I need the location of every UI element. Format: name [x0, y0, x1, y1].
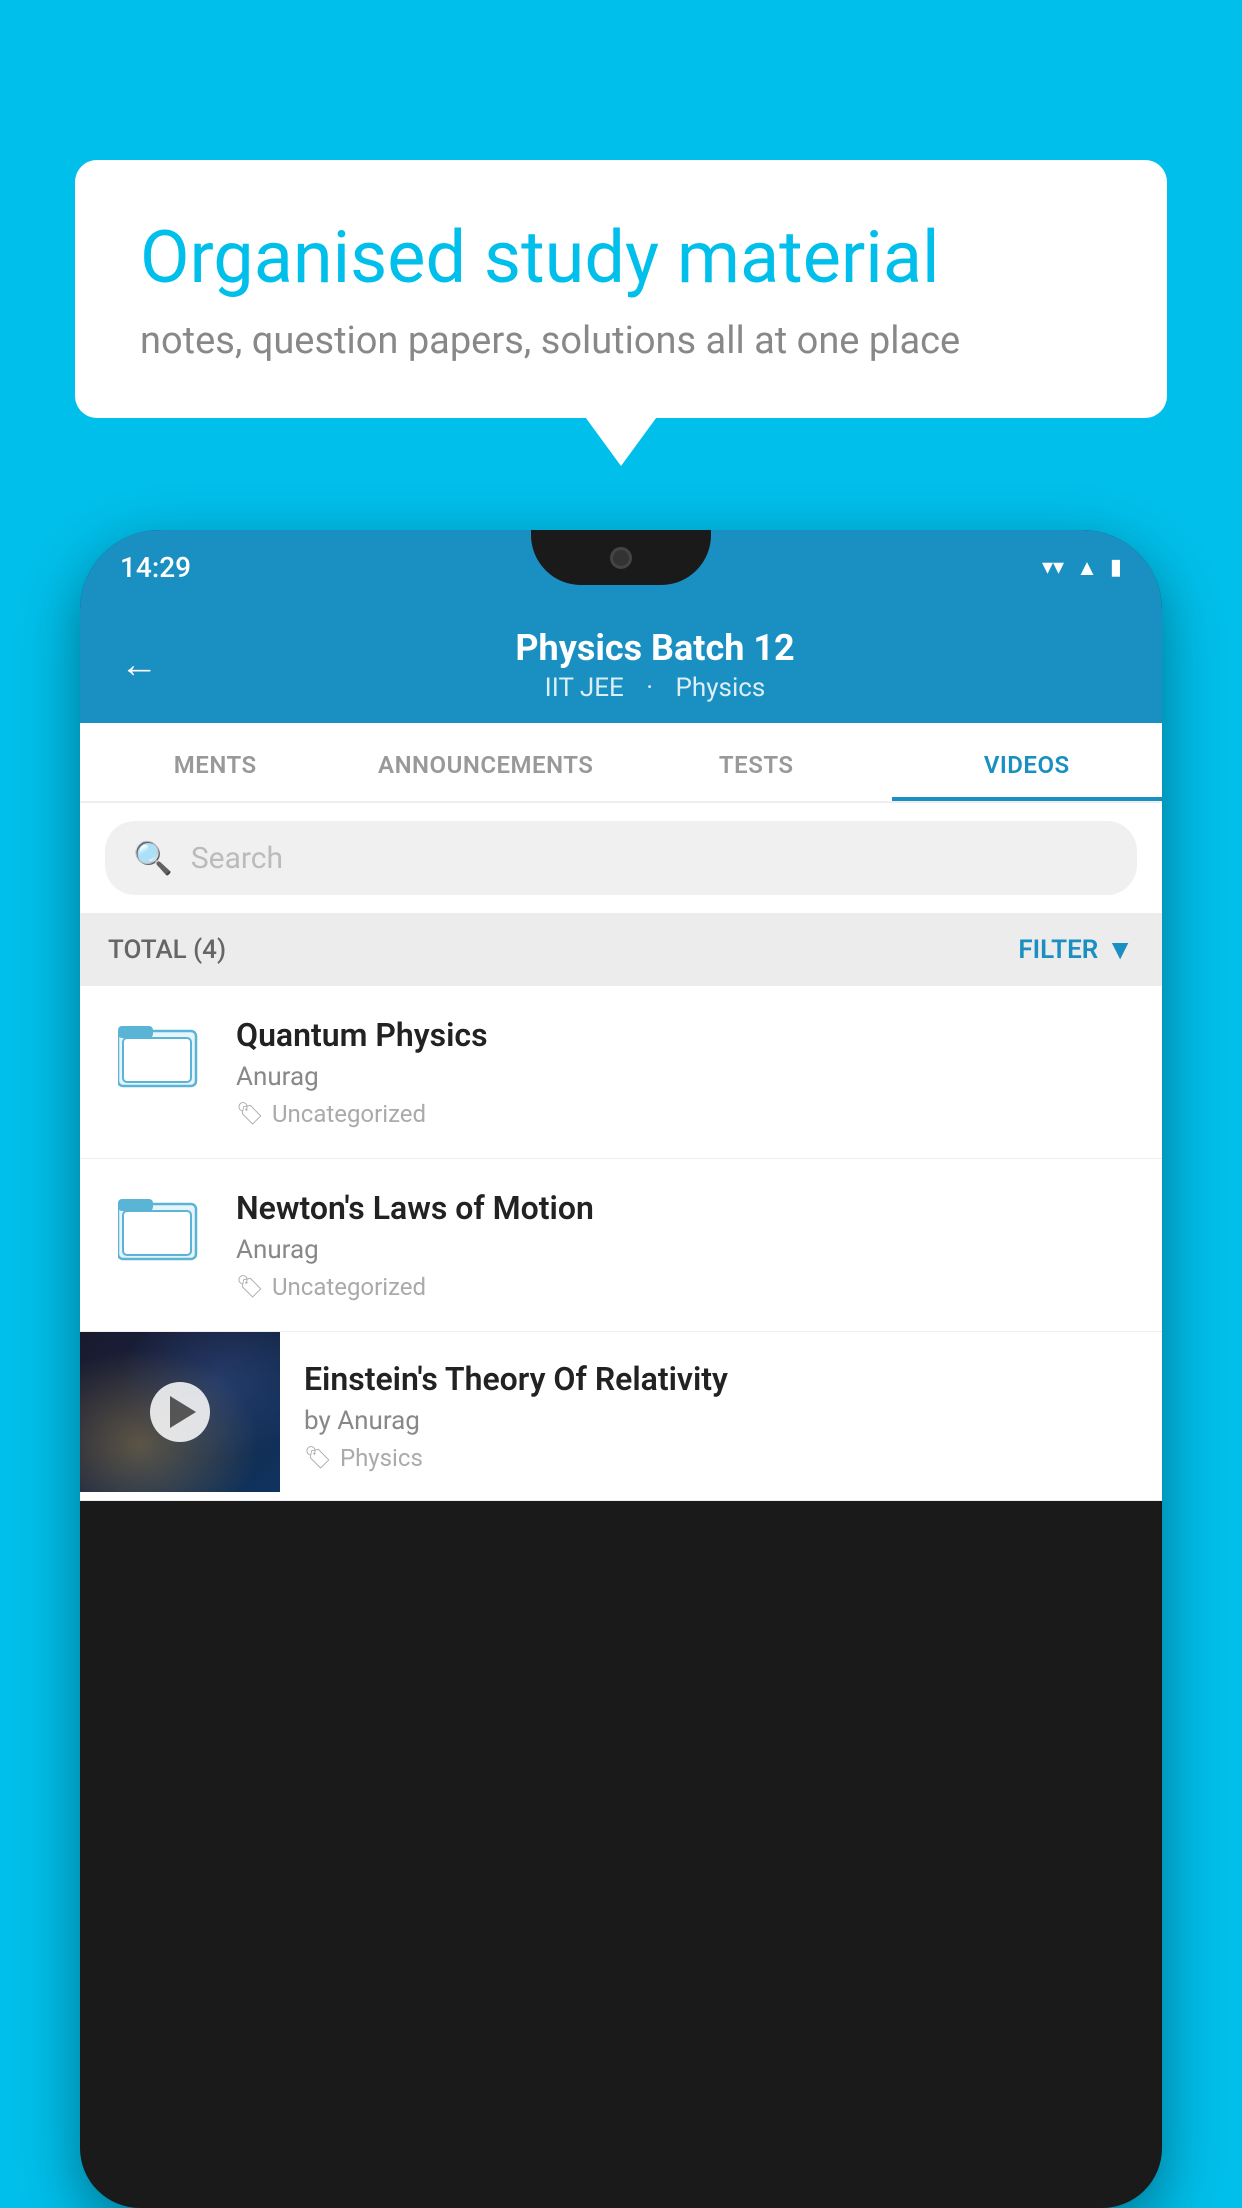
tab-bar: MENTS ANNOUNCEMENTS TESTS VIDEOS [80, 723, 1162, 803]
item-tag: 🏷 Physics [304, 1444, 1142, 1472]
item-thumbnail [108, 1189, 208, 1264]
item-author: Anurag [236, 1062, 1134, 1092]
filter-icon: ▼ [1106, 933, 1134, 966]
filter-label: FILTER [1018, 935, 1098, 965]
item-title: Einstein's Theory Of Relativity [304, 1360, 1142, 1398]
front-camera [610, 547, 632, 569]
wifi-icon: ▾▾ [1042, 555, 1064, 580]
item-thumbnail [108, 1016, 208, 1091]
tab-videos[interactable]: VIDEOS [892, 723, 1163, 801]
item-author: Anurag [236, 1235, 1134, 1265]
video-thumbnail [80, 1332, 280, 1492]
item-info: Einstein's Theory Of Relativity by Anura… [280, 1332, 1162, 1500]
batch-title: Physics Batch 12 [188, 627, 1122, 669]
video-list: Quantum Physics Anurag 🏷 Uncategorized [80, 986, 1162, 1501]
search-bar-container: 🔍 Search [80, 803, 1162, 913]
header-title-group: Physics Batch 12 IIT JEE · Physics [188, 627, 1122, 703]
tag-label: Uncategorized [272, 1273, 426, 1301]
filter-button[interactable]: FILTER ▼ [1018, 933, 1134, 966]
bubble-subtitle: notes, question papers, solutions all at… [140, 319, 1102, 363]
folder-icon [118, 1189, 198, 1264]
play-icon [170, 1396, 196, 1428]
phone-frame: 14:29 ▾▾ ▲ ▮ ← Physics Batch 12 IIT JEE … [80, 530, 1162, 2208]
folder-icon [118, 1016, 198, 1091]
back-button[interactable]: ← [120, 643, 158, 687]
subtitle-iitjee: IIT JEE [545, 673, 624, 703]
tag-label: Uncategorized [272, 1100, 426, 1128]
phone-content: 🔍 Search TOTAL (4) FILTER ▼ [80, 803, 1162, 1501]
search-placeholder: Search [191, 841, 283, 876]
play-button[interactable] [150, 1382, 210, 1442]
tab-ments[interactable]: MENTS [80, 723, 351, 801]
battery-icon: ▮ [1110, 555, 1122, 580]
list-item[interactable]: Newton's Laws of Motion Anurag 🏷 Uncateg… [80, 1159, 1162, 1332]
tab-tests[interactable]: TESTS [621, 723, 892, 801]
total-count: TOTAL (4) [108, 935, 226, 965]
app-header: ← Physics Batch 12 IIT JEE · Physics [80, 605, 1162, 723]
tab-announcements[interactable]: ANNOUNCEMENTS [351, 723, 622, 801]
item-author: by Anurag [304, 1406, 1142, 1436]
speech-bubble: Organised study material notes, question… [75, 160, 1167, 418]
item-info: Quantum Physics Anurag 🏷 Uncategorized [236, 1016, 1134, 1128]
list-item[interactable]: Quantum Physics Anurag 🏷 Uncategorized [80, 986, 1162, 1159]
item-title: Quantum Physics [236, 1016, 1134, 1054]
tag-icon: 🏷 [236, 1275, 264, 1300]
subtitle-physics: Physics [676, 673, 766, 703]
item-tag: 🏷 Uncategorized [236, 1273, 1134, 1301]
item-tag: 🏷 Uncategorized [236, 1100, 1134, 1128]
item-info: Newton's Laws of Motion Anurag 🏷 Uncateg… [236, 1189, 1134, 1301]
signal-icon: ▲ [1076, 555, 1098, 581]
notch [531, 530, 711, 585]
subtitle-separator: · [646, 673, 659, 703]
bubble-title: Organised study material [140, 215, 1102, 301]
tag-icon: 🏷 [304, 1446, 332, 1471]
status-icons: ▾▾ ▲ ▮ [1042, 555, 1122, 581]
tag-icon: 🏷 [236, 1102, 264, 1127]
batch-subtitle: IIT JEE · Physics [188, 673, 1122, 703]
speech-bubble-container: Organised study material notes, question… [75, 160, 1167, 418]
filter-bar: TOTAL (4) FILTER ▼ [80, 913, 1162, 986]
item-title: Newton's Laws of Motion [236, 1189, 1134, 1227]
status-bar: 14:29 ▾▾ ▲ ▮ [80, 530, 1162, 605]
tag-label: Physics [340, 1444, 423, 1472]
list-item[interactable]: Einstein's Theory Of Relativity by Anura… [80, 1332, 1162, 1501]
search-icon: 🔍 [133, 839, 173, 877]
status-time: 14:29 [120, 551, 191, 584]
search-bar[interactable]: 🔍 Search [105, 821, 1137, 895]
